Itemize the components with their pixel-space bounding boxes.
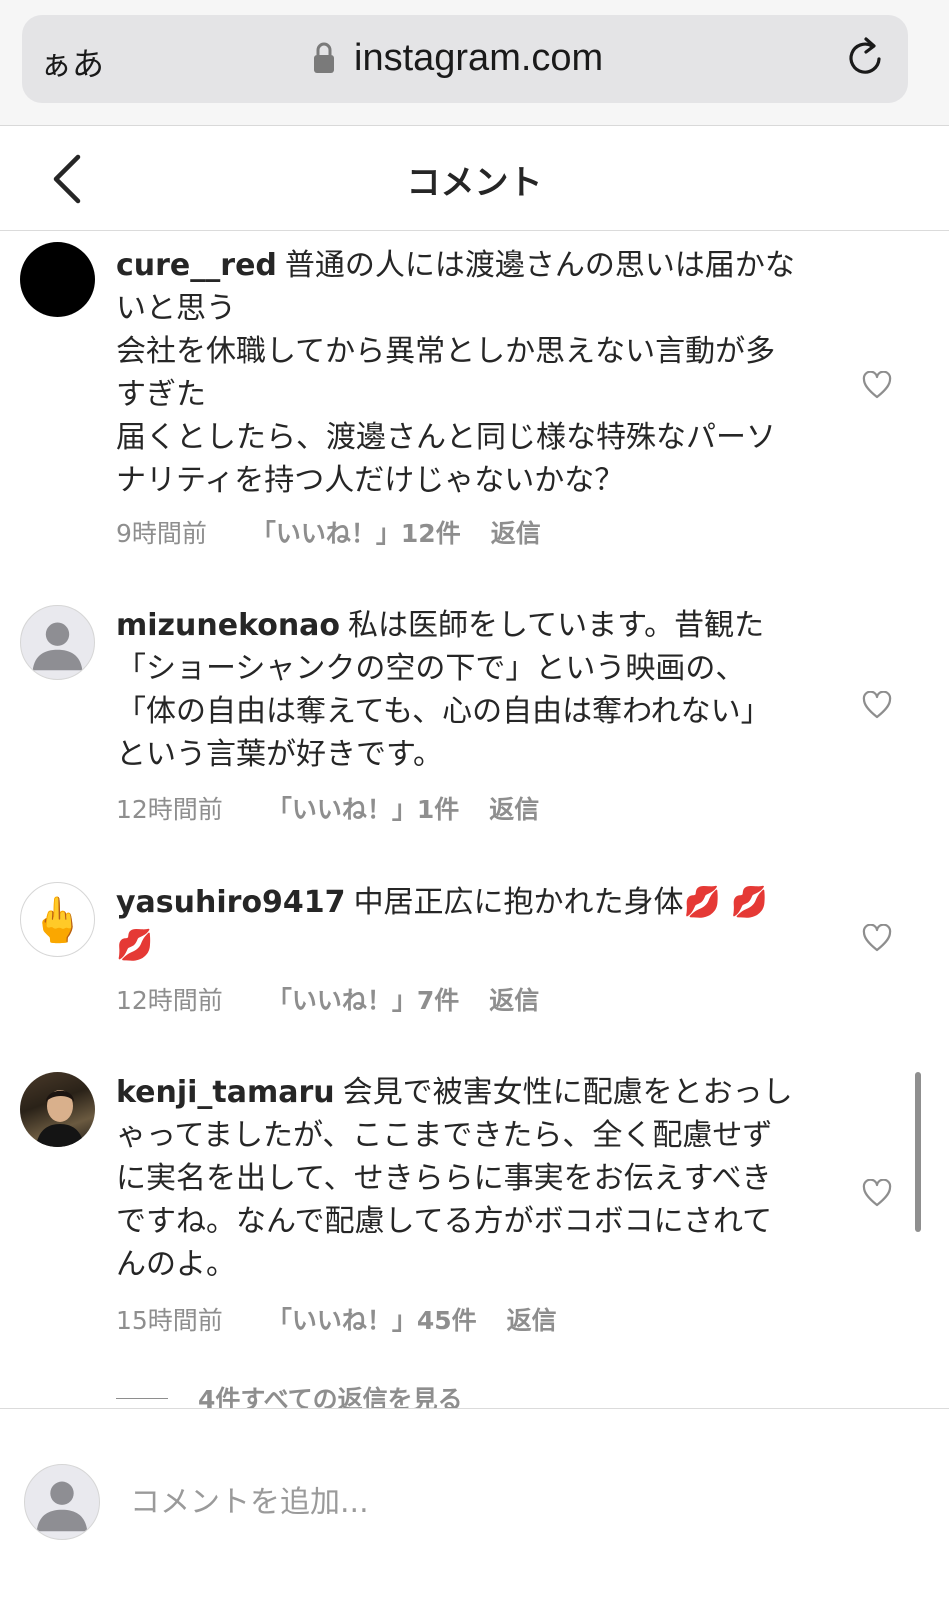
- default-avatar-icon: [36, 1481, 88, 1532]
- lock-icon: [314, 42, 334, 73]
- page-title: コメント: [406, 163, 543, 203]
- likes-count[interactable]: 「いいね！」12件: [251, 514, 461, 550]
- reload-icon[interactable]: [842, 35, 888, 81]
- comment-input[interactable]: [130, 1474, 890, 1530]
- comment-text: cure__red 普通の人には渡邊さんの思いは届かな いと思う 会社を休職してか…: [116, 248, 795, 498]
- reply-button[interactable]: 返信: [489, 981, 539, 1017]
- comment-username[interactable]: yasuhiro9417: [116, 885, 346, 920]
- comment-username[interactable]: cure__red: [116, 248, 277, 283]
- comments-list[interactable]: cure__red 普通の人には渡邊さんの思いは届かな いと思う 会社を休職してか…: [0, 232, 949, 1408]
- comment-timestamp: 9時間前: [116, 519, 207, 548]
- comments-header: コメント: [0, 127, 949, 231]
- comment-timestamp: 12時間前: [116, 986, 223, 1015]
- reply-button[interactable]: 返信: [507, 1301, 557, 1337]
- comment-text: mizunekonao 私は医師をしています。昔観た 「ショーシャンクの空の下で」…: [116, 608, 771, 772]
- address-bar[interactable]: ぁあ instagram.com: [22, 15, 908, 103]
- heart-icon[interactable]: [862, 691, 892, 719]
- comment-item: mizunekonao 私は医師をしています。昔観た 「ショーシャンクの空の下で」…: [0, 600, 949, 840]
- comment-timestamp: 12時間前: [116, 795, 223, 824]
- comment-username[interactable]: mizunekonao: [116, 608, 340, 643]
- browser-toolbar: ぁあ instagram.com: [0, 0, 949, 126]
- profile-photo-icon: [36, 1090, 84, 1147]
- comment-meta: 12時間前 「いいね！」1件 返信: [116, 790, 539, 826]
- current-user-avatar: [24, 1464, 100, 1540]
- comment-meta: 12時間前 「いいね！」7件 返信: [116, 981, 539, 1017]
- view-all-replies-label: 4件すべての返信を見る: [198, 1385, 463, 1408]
- view-all-replies-button[interactable]: 4件すべての返信を見る: [116, 1380, 463, 1408]
- replies-divider: [116, 1397, 168, 1399]
- comment-username[interactable]: kenji_tamaru: [116, 1075, 335, 1110]
- reader-settings-button[interactable]: ぁあ: [40, 39, 104, 85]
- avatar[interactable]: [20, 605, 95, 680]
- comment-item: 🖕 yasuhiro9417 中居正広に抱かれた身体💋 💋 💋 12時間前 「いい…: [0, 877, 949, 1027]
- heart-icon[interactable]: [862, 1179, 892, 1207]
- url-text: instagram.com: [354, 36, 604, 79]
- reply-button[interactable]: 返信: [491, 514, 541, 550]
- comment-meta: 9時間前 「いいね！」12件 返信: [116, 514, 541, 550]
- comment-item: kenji_tamaru 会見で被害女性に配慮をとおっし ゃってましたが、ここまで…: [0, 1067, 949, 1347]
- heart-icon[interactable]: [862, 371, 892, 399]
- avatar[interactable]: [20, 242, 95, 317]
- middle-finger-icon: 🖕: [30, 894, 85, 946]
- avatar[interactable]: [20, 1072, 95, 1147]
- url-display[interactable]: instagram.com: [312, 35, 603, 81]
- comment-timestamp: 15時間前: [116, 1306, 223, 1335]
- comment-item: cure__red 普通の人には渡邊さんの思いは届かな いと思う 会社を休職してか…: [0, 232, 949, 572]
- scrollbar[interactable]: [915, 1072, 921, 1232]
- likes-count[interactable]: 「いいね！」45件: [267, 1301, 477, 1337]
- comment-meta: 15時間前 「いいね！」45件 返信: [116, 1301, 557, 1337]
- comment-text: yasuhiro9417 中居正広に抱かれた身体💋 💋 💋: [116, 885, 768, 963]
- heart-icon[interactable]: [862, 924, 892, 952]
- add-comment-bar: [0, 1408, 949, 1600]
- avatar[interactable]: 🖕: [20, 882, 95, 957]
- reply-button[interactable]: 返信: [489, 790, 539, 826]
- comment-text: kenji_tamaru 会見で被害女性に配慮をとおっし ゃってましたが、ここまで…: [116, 1075, 793, 1282]
- default-avatar-icon: [32, 622, 83, 671]
- likes-count[interactable]: 「いいね！」1件: [267, 790, 459, 826]
- likes-count[interactable]: 「いいね！」7件: [267, 981, 459, 1017]
